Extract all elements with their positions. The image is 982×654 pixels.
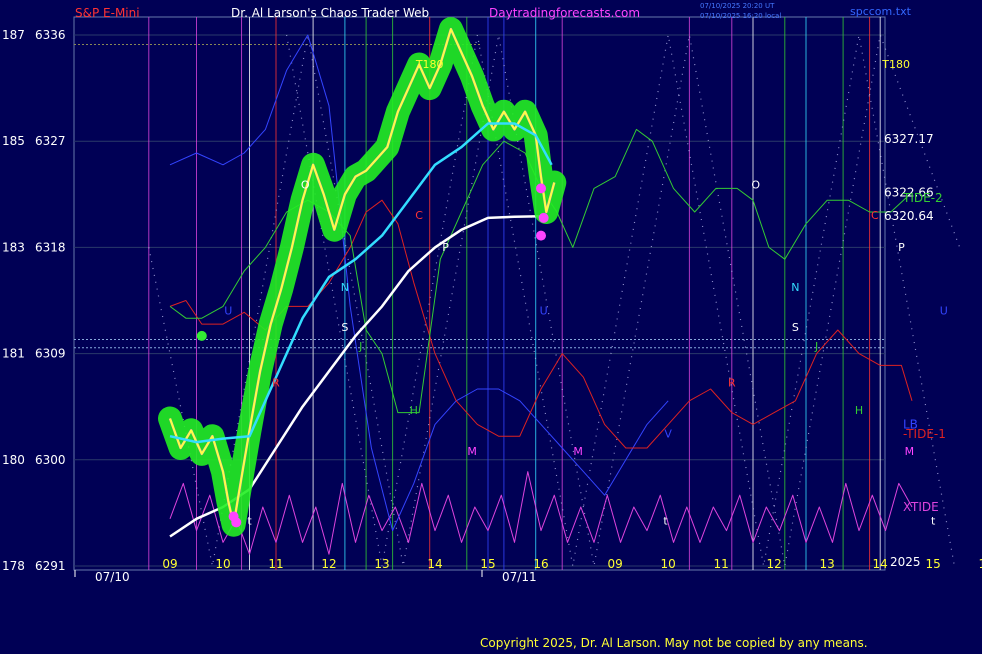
cycle-letter-label: t [663, 515, 668, 528]
site-url[interactable]: Daytradingforecasts.com [489, 6, 640, 20]
x-hour-tick-label: 09 [162, 557, 177, 571]
cycle-letter-label: U [940, 305, 948, 318]
series-name-label: -TIDE-1 [903, 427, 946, 441]
price-level-label: 6320.64 [884, 209, 934, 223]
chart-root: T180T180OOCCPPNNUUUSSJJRRHHMMMVtttNS 187… [0, 0, 982, 650]
x-date-label: 07/11 [502, 570, 537, 584]
cycle-letter-label: U [540, 305, 548, 318]
cycle-letter-label: J [358, 340, 362, 353]
y-tick-inner: 6291 [35, 559, 66, 573]
cycle-letter-label: t [247, 515, 252, 528]
x-hour-tick-label: 13 [820, 557, 835, 571]
x-hour-tick-label: 11 [714, 557, 729, 571]
y-tick-outer: 185 [2, 134, 25, 148]
cycle-letter-label: O [301, 178, 310, 191]
x-hour-tick-label: 09 [608, 557, 623, 571]
cycle-letter-label: t [931, 515, 936, 528]
signal-marker-dot [536, 183, 546, 194]
signal-marker-dot [231, 517, 242, 528]
y-tick-inner: 6300 [35, 453, 66, 467]
y-tick-outer: 187 [2, 28, 25, 42]
cycle-letter-label: C [415, 209, 423, 222]
cycle-letter-label: U [224, 305, 232, 318]
cycle-letter-label: V [664, 427, 672, 440]
signal-marker-dot [538, 212, 549, 223]
x-hour-tick-label: 16 [979, 557, 982, 571]
cycle-letter-label: M [573, 445, 583, 458]
cycle-letter-label: M [467, 445, 477, 458]
site-title: Dr. Al Larson's Chaos Trader Web [231, 6, 429, 20]
y-tick-inner: 6327 [35, 134, 66, 148]
cycle-letter-label: H [855, 404, 863, 417]
series-name-label: XTIDE [903, 500, 939, 514]
signal-marker-dot [536, 230, 546, 241]
cycle-letter-label: R [728, 377, 736, 390]
symbol-title: S&P E-Mini [75, 6, 140, 20]
cycle-letter-label: N [791, 281, 799, 294]
x-hour-tick-label: 15 [480, 557, 495, 571]
series-name-label: TIDE-2 [902, 191, 943, 205]
cycle-letter-label: H [410, 404, 418, 417]
cycle-letter-label: O [751, 178, 760, 191]
x-hour-tick-label: 12 [767, 557, 782, 571]
timestamp-local: 07/10/2025 16:20 local [700, 12, 781, 20]
signal-marker-dot [196, 330, 207, 341]
cycle-letter-label: R [272, 377, 280, 390]
cycle-letter-label: S [792, 321, 799, 334]
x-hour-tick-label: 13 [374, 557, 389, 571]
cycle-letter-label: J [814, 340, 818, 353]
y-tick-inner: 6318 [35, 240, 66, 254]
cycle-letter-label: P [442, 241, 449, 254]
x-hour-tick-label: 16 [533, 557, 548, 571]
y-tick-outer: 178 [2, 559, 25, 573]
y-tick-inner: 6336 [35, 28, 66, 42]
timestamp-utc: 07/10/2025 20:20 UT [700, 2, 775, 10]
cycle-letter-label: T180 [881, 58, 910, 71]
copyright-text: Copyright 2025, Dr. Al Larson. May not b… [480, 636, 868, 650]
price-level-label: 6327.17 [884, 132, 934, 146]
x-hour-tick-label: 10 [215, 557, 230, 571]
file-name: spccom.txt [850, 5, 912, 18]
y-tick-inner: 6309 [35, 347, 66, 361]
x-hour-tick-label: 14 [873, 557, 888, 571]
x-year-label: 2025 [890, 555, 921, 569]
cycle-letter-label: S [341, 321, 348, 334]
x-date-label: 07/10 [95, 570, 130, 584]
x-hour-tick-label: 14 [427, 557, 442, 571]
x-hour-tick-label: 10 [661, 557, 676, 571]
y-tick-outer: 183 [2, 240, 25, 254]
y-tick-outer: 180 [2, 453, 25, 467]
x-hour-tick-label: 12 [321, 557, 336, 571]
x-hour-tick-label: 11 [268, 557, 283, 571]
cycle-letter-label: P [898, 241, 905, 254]
cycle-letter-label: T180 [415, 58, 444, 71]
x-hour-tick-label: 15 [926, 557, 941, 571]
cycle-letter-label: C [871, 209, 879, 222]
y-tick-outer: 181 [2, 347, 25, 361]
cycle-letter-label: N [341, 281, 349, 294]
chart-canvas: T180T180OOCCPPNNUUUSSJJRRHHMMMVtttNS 187… [0, 0, 982, 650]
cycle-letter-label: M [905, 445, 915, 458]
